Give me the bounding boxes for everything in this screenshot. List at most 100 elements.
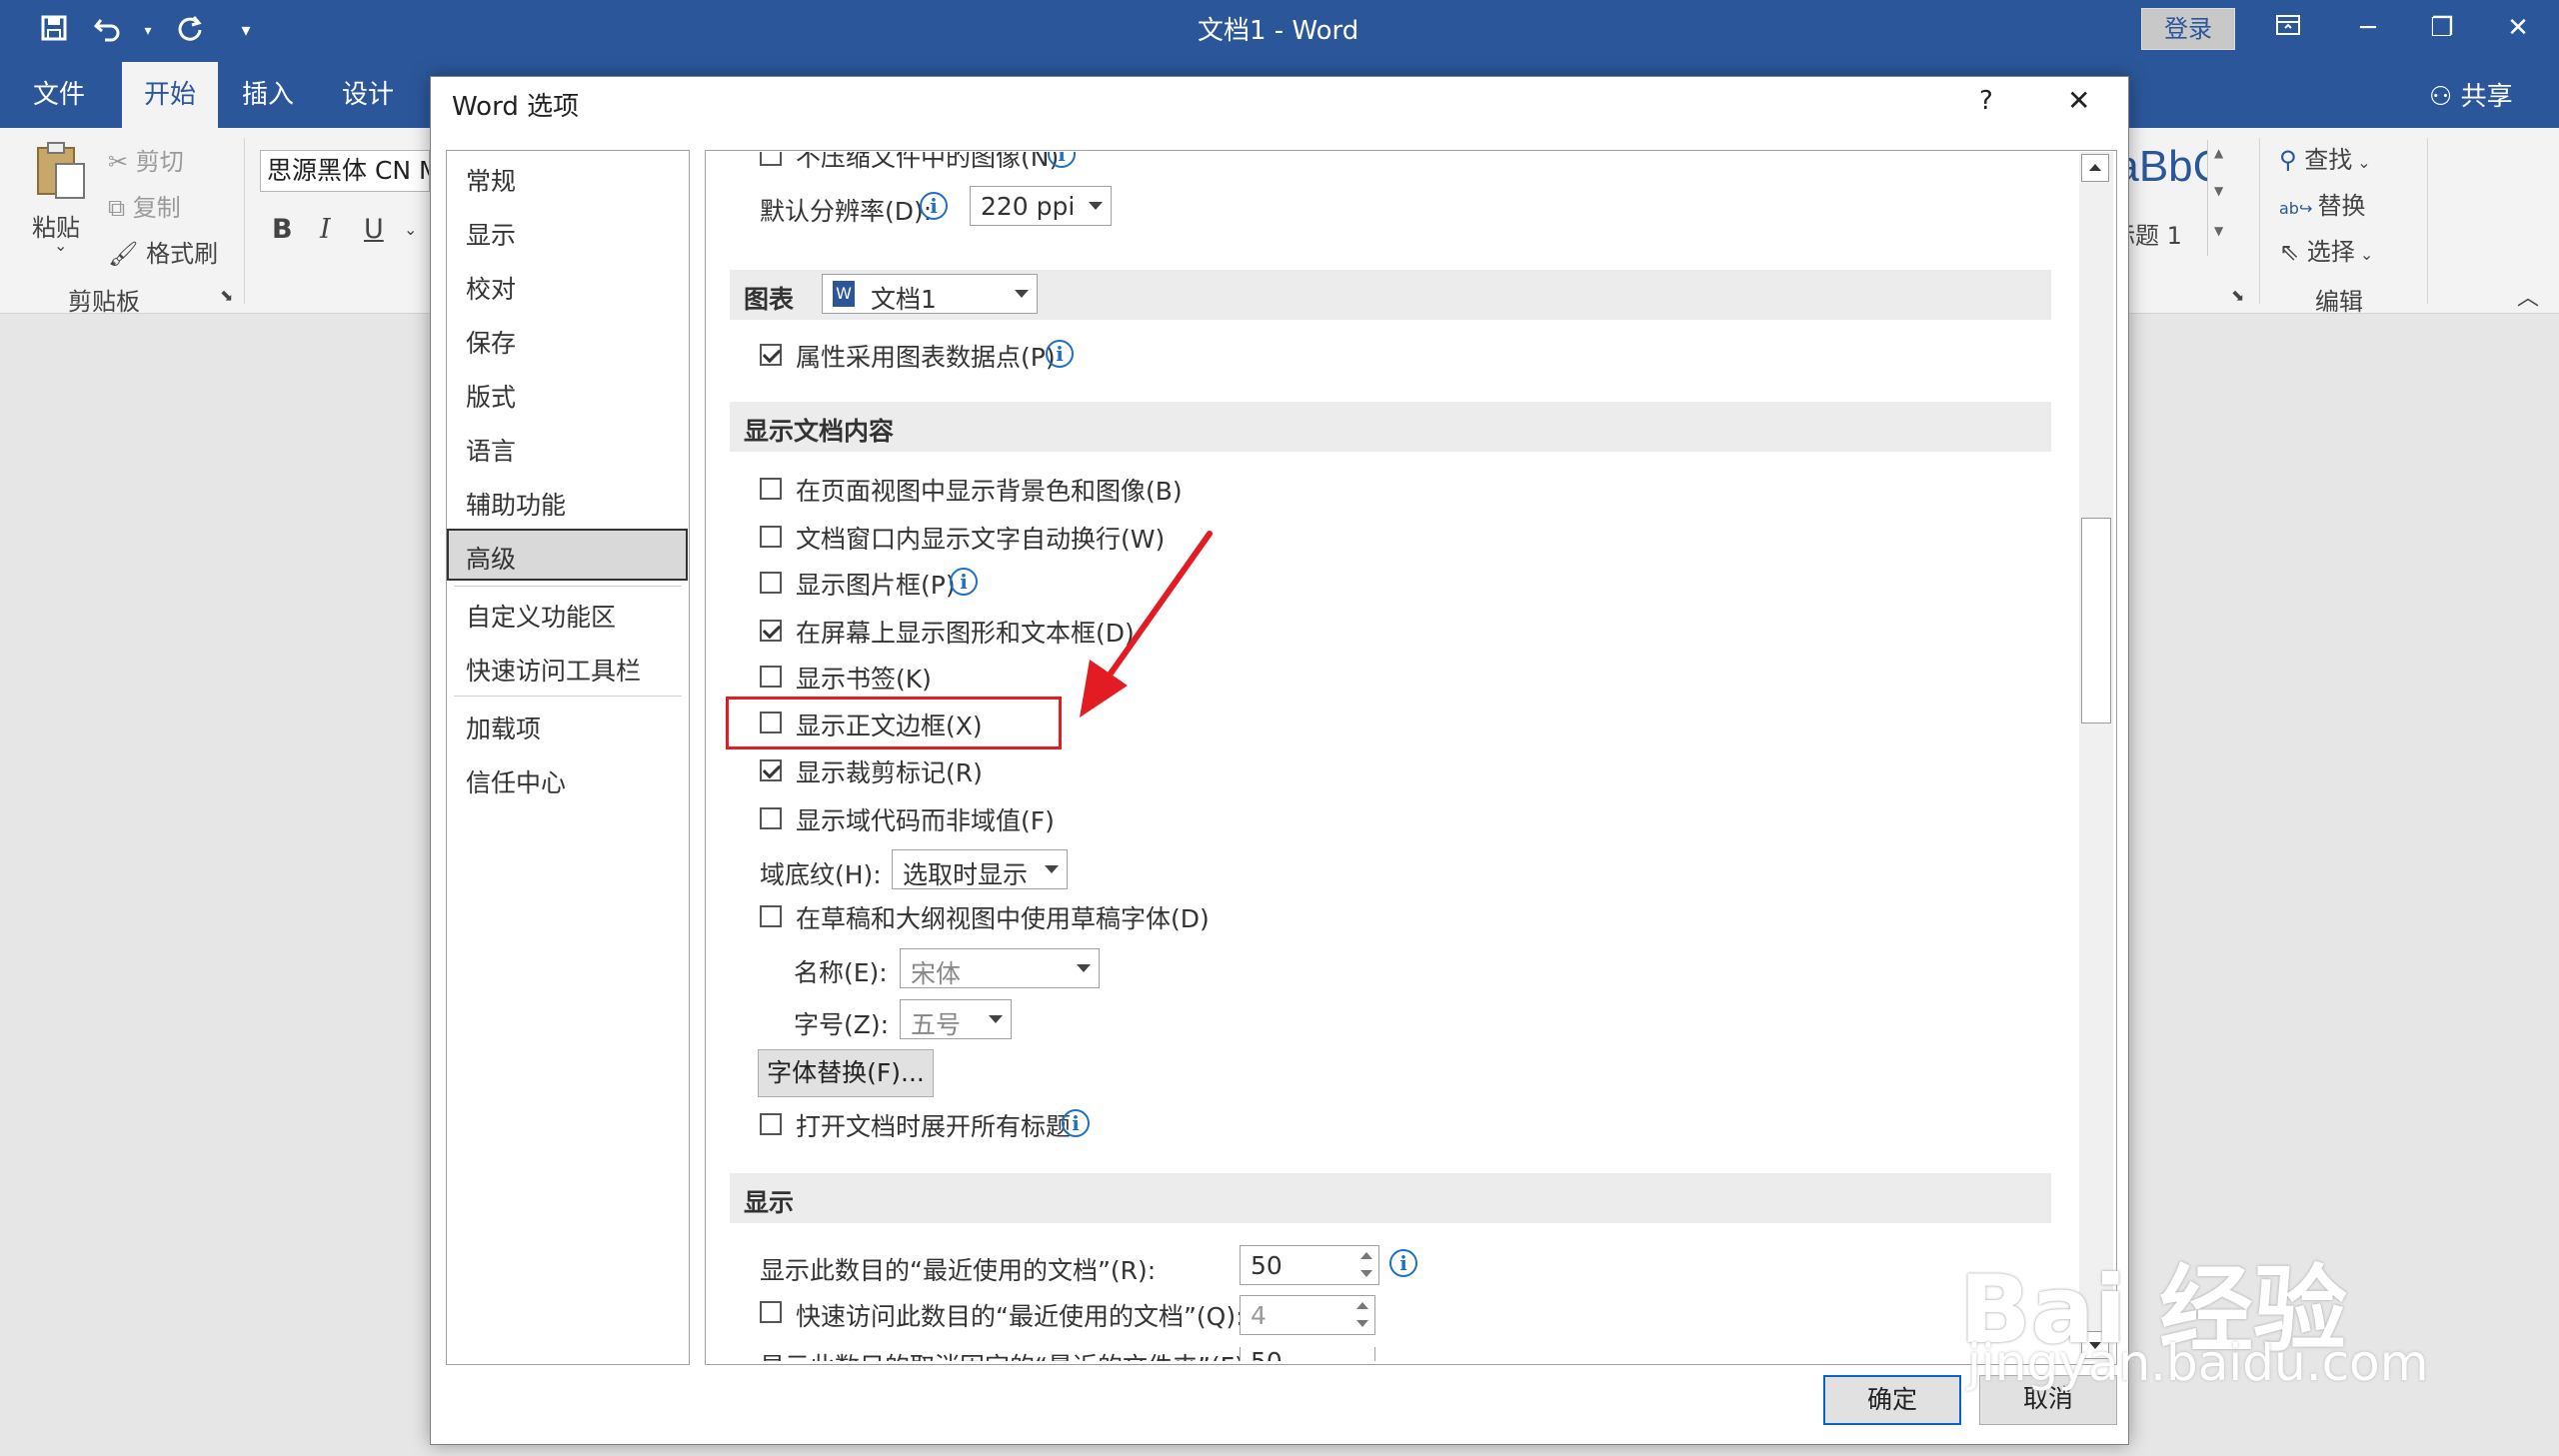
checkbox-show-bookmarks[interactable]	[760, 666, 782, 688]
select-button[interactable]: ⇖ 选择 ⌄	[2279, 232, 2373, 267]
format-painter-label: 格式刷	[146, 240, 219, 268]
replace-button[interactable]: ab↪ 替换	[2279, 186, 2365, 221]
undo-icon[interactable]	[90, 14, 126, 48]
paste-icon[interactable]	[32, 140, 88, 202]
checkbox-expand-headings[interactable]	[760, 1113, 782, 1135]
info-icon: i	[1389, 1249, 1417, 1277]
checkbox-show-background[interactable]	[760, 478, 782, 500]
underline-button[interactable]: U	[364, 214, 384, 245]
spin-down-icon[interactable]	[1356, 1320, 1368, 1327]
gallery-up-icon[interactable]: ▲	[2214, 146, 2223, 160]
ok-button[interactable]: 确定	[1823, 1375, 1961, 1425]
redo-icon[interactable]	[172, 14, 208, 48]
checkbox-chart-data-point[interactable]	[760, 344, 782, 366]
nav-item-layout[interactable]: 版式	[466, 378, 516, 414]
format-painter-button[interactable]: 🖌 格式刷	[108, 234, 218, 269]
bold-button[interactable]: B	[272, 214, 293, 245]
login-button[interactable]: 登录	[2141, 8, 2235, 50]
nav-item-save[interactable]: 保存	[466, 324, 516, 360]
checkbox-show-drawings[interactable]	[760, 620, 782, 642]
option-label: 显示书签(K)	[796, 665, 932, 694]
nav-item-advanced[interactable]: 高级	[466, 540, 516, 576]
help-button[interactable]: ?	[1979, 86, 1993, 116]
share-button[interactable]: ⚇ 共享	[2429, 76, 2513, 113]
collapse-ribbon-icon[interactable]: ︿	[2517, 280, 2539, 312]
checkbox-crop-marks[interactable]	[760, 759, 782, 781]
spin-up-icon[interactable]	[1360, 1252, 1372, 1259]
unpinned-folders-spinner[interactable]: 50	[1240, 1347, 1375, 1361]
checkbox-field-codes[interactable]	[760, 807, 782, 829]
chevron-down-icon	[1045, 865, 1059, 873]
tab-insert[interactable]: 插入	[230, 62, 306, 128]
draft-font-label: 在草稿和大纲视图中使用草稿字体(D)	[796, 904, 1210, 933]
checkbox-quick-access[interactable]	[760, 1301, 782, 1323]
checkbox-wrap-text[interactable]	[760, 526, 782, 548]
style-preview-text: AaBbC	[2127, 142, 2207, 191]
nav-item-addins[interactable]: 加载项	[466, 710, 541, 745]
chart-document-value: 文档1	[871, 285, 937, 314]
recent-docs-spinner[interactable]: 50	[1240, 1245, 1379, 1285]
dialog-launcher-icon[interactable]: ⬊	[220, 286, 233, 305]
paste-dropdown-icon[interactable]: ⌄	[54, 236, 67, 255]
magnifier-icon: ⚲	[2279, 146, 2305, 174]
undo-dropdown-icon[interactable]: ▾	[130, 14, 166, 48]
tab-file[interactable]: 文件	[22, 62, 96, 128]
checkbox-no-compress[interactable]	[760, 152, 782, 166]
copy-label: 复制	[132, 194, 181, 222]
window-title: 文档1 - Word	[1198, 16, 1359, 46]
ribbon-display-icon[interactable]	[2253, 0, 2323, 56]
checkbox-picture-placeholders[interactable]	[760, 572, 782, 594]
find-label: 查找	[2304, 146, 2353, 174]
nav-item-proofing[interactable]: 校对	[466, 270, 516, 306]
font-name-box[interactable]: 思源黑体 CN M	[260, 150, 430, 192]
nav-item-quick-access-toolbar[interactable]: 快速访问工具栏	[466, 652, 641, 688]
nav-item-customize-ribbon[interactable]: 自定义功能区	[466, 598, 616, 634]
title-bar: ▾ ▾ 文档1 - Word 登录 ─ ❐ ✕	[0, 0, 2559, 62]
close-window-icon[interactable]: ✕	[2483, 0, 2553, 56]
italic-button[interactable]: I	[320, 214, 331, 245]
underline-dropdown-icon[interactable]: ⌄	[404, 220, 417, 239]
replace-label: 替换	[2317, 192, 2366, 220]
font-substitution-button[interactable]: 字体替换(F)...	[758, 1049, 934, 1097]
section-show-content-title: 显示文档内容	[744, 417, 895, 446]
chart-document-select[interactable]: W 文档1	[822, 274, 1038, 314]
restore-icon[interactable]: ❐	[2407, 0, 2477, 56]
dialog-close-icon[interactable]: ✕	[2067, 84, 2090, 117]
default-resolution-select[interactable]: 220 ppi	[970, 186, 1112, 226]
find-button[interactable]: ⚲ 查找 ⌄	[2279, 140, 2371, 175]
nav-item-general[interactable]: 常规	[466, 162, 516, 198]
recent-docs-value: 50	[1251, 1251, 1282, 1280]
share-label: 共享	[2460, 82, 2513, 112]
style-gallery-scroll[interactable]: ▲ ▼ ▼	[2207, 140, 2232, 256]
chart-data-point-label: 属性采用图表数据点(P)	[796, 343, 1056, 372]
nav-item-display[interactable]: 显示	[466, 216, 516, 252]
nav-item-trust-center[interactable]: 信任中心	[466, 763, 566, 799]
tab-home[interactable]: 开始	[122, 62, 218, 128]
chevron-down-icon	[989, 1015, 1003, 1023]
checkbox-draft-font[interactable]	[760, 905, 782, 927]
nav-item-accessibility[interactable]: 辅助功能	[466, 486, 566, 522]
styles-launcher-icon[interactable]: ⬊	[2231, 286, 2244, 305]
clipped-bottom-row: 显示此数目的取消固定的“最近的文件夹”(F): 50	[706, 1347, 2077, 1361]
tab-design[interactable]: 设计	[330, 62, 406, 128]
quick-access-spinner[interactable]: 4	[1240, 1295, 1375, 1335]
copy-button: ⧉ 复制	[108, 188, 181, 223]
content-scrollbar[interactable]	[2079, 152, 2113, 1361]
field-shading-select[interactable]: 选取时显示	[892, 849, 1068, 889]
spin-up-icon[interactable]	[1356, 1302, 1368, 1309]
save-icon[interactable]	[36, 14, 72, 48]
ribbon-divider	[244, 138, 245, 304]
nav-divider-2	[454, 696, 682, 697]
scroll-up-button[interactable]	[2081, 154, 2109, 182]
spin-down-icon[interactable]	[1360, 1270, 1372, 1277]
gallery-down-icon[interactable]: ▼	[2214, 184, 2223, 198]
option-label: 显示图片框(P)	[796, 571, 956, 600]
quick-access-label: 快速访问此数目的“最近使用的文档”(Q):	[796, 1302, 1245, 1331]
draft-font-size-select[interactable]: 五号	[900, 999, 1012, 1039]
scrollbar-thumb[interactable]	[2081, 518, 2111, 724]
nav-item-language[interactable]: 语言	[466, 432, 516, 468]
draft-font-name-select[interactable]: 宋体	[900, 948, 1100, 988]
minimize-icon[interactable]: ─	[2333, 0, 2403, 56]
gallery-more-icon[interactable]: ▼	[2214, 224, 2223, 238]
customize-qat-icon[interactable]: ▾	[228, 14, 264, 48]
